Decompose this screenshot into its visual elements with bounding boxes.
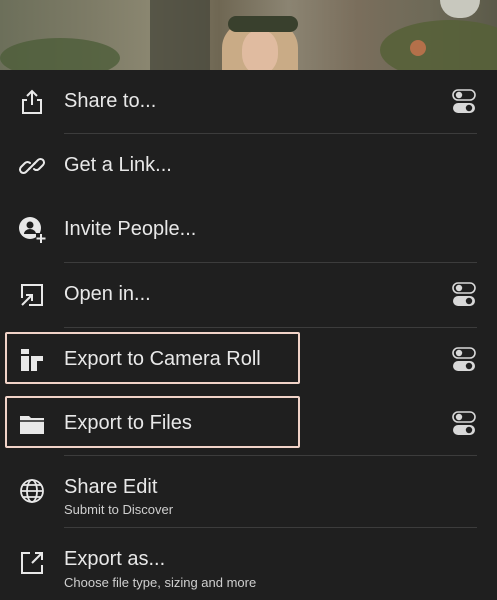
settings-toggle-icon[interactable]: [452, 89, 476, 115]
invite-people-icon: [17, 215, 47, 245]
export-as-icon: [17, 548, 47, 578]
link-icon: [17, 151, 47, 181]
menu-item-get-a-link[interactable]: Get a Link...: [0, 134, 497, 198]
menu-item-label: Export to Camera Roll: [64, 348, 261, 370]
settings-toggle-icon[interactable]: [452, 411, 476, 437]
menu-item-sublabel: Submit to Discover: [64, 502, 174, 517]
menu-item-sublabel: Choose file type, sizing and more: [64, 575, 257, 590]
menu-item-share-edit[interactable]: Share Edit Submit to Discover: [0, 456, 497, 526]
menu-item-label: Export to Files: [64, 412, 192, 434]
menu-item-label: Open in...: [64, 283, 151, 305]
menu-item-open-in[interactable]: Open in...: [0, 263, 497, 327]
settings-toggle-icon[interactable]: [452, 282, 476, 308]
menu-item-export-as[interactable]: Export as... Choose file type, sizing an…: [0, 528, 497, 600]
menu-item-export-files[interactable]: Export to Files: [0, 392, 497, 456]
folder-icon: [17, 409, 47, 439]
open-in-icon: [17, 280, 47, 310]
globe-icon: [17, 476, 47, 506]
menu-item-invite-people[interactable]: Invite People...: [0, 198, 497, 262]
photo-preview: [0, 0, 497, 70]
camera-roll-icon: [17, 345, 47, 375]
settings-toggle-icon[interactable]: [452, 347, 476, 373]
share-export-sheet: Share to... Get a Link... Invite People.…: [0, 0, 497, 600]
menu-item-label: Share Edit: [64, 476, 158, 498]
menu-item-label: Get a Link...: [64, 154, 172, 176]
menu-item-label: Invite People...: [64, 218, 197, 240]
menu-item-export-camera-roll[interactable]: Export to Camera Roll: [0, 328, 497, 392]
menu-item-label: Export as...: [64, 548, 166, 570]
menu-item-share-to[interactable]: Share to...: [0, 70, 497, 134]
share-icon: [17, 87, 47, 117]
menu-item-label: Share to...: [64, 90, 157, 112]
